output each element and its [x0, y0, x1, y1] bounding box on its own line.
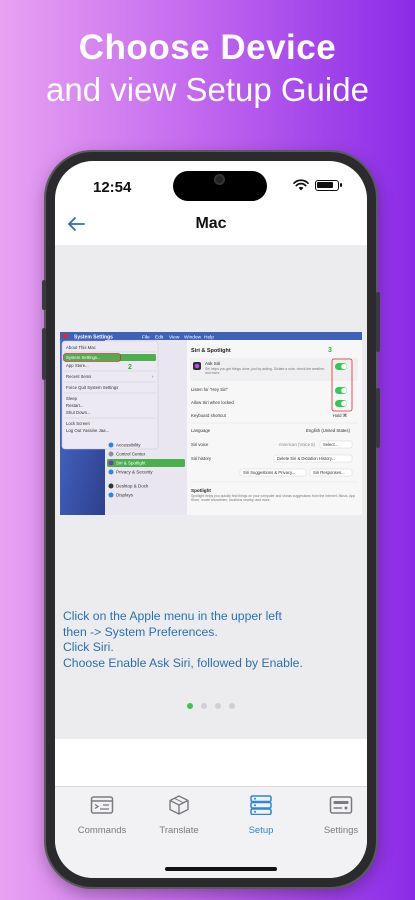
apple-menu-item: System Settings... [66, 355, 101, 360]
page-dot[interactable] [215, 703, 221, 709]
page-dot-active[interactable] [187, 703, 193, 709]
panel-label: Ask Siri [205, 361, 220, 366]
panel-button: Select... [323, 442, 338, 447]
panel-label: Siri voice [191, 442, 209, 447]
panel-value: American (Voice 5) [279, 442, 316, 447]
commands-icon [90, 796, 114, 814]
step-number: 2 [128, 364, 132, 371]
step-number: 3 [328, 347, 332, 354]
page-dot[interactable] [201, 703, 207, 709]
setup-slide[interactable]: System Settings File Edit View Window He… [55, 245, 367, 739]
mac-settings-illustration: System Settings File Edit View Window He… [60, 332, 362, 515]
apple-menu-item: About This Mac [66, 345, 97, 350]
apple-menu-item: Force Quit System Settings [66, 385, 118, 390]
phone-frame: 12:54 Mac System Settings File Edit View… [42, 152, 380, 887]
menu-item: File [142, 334, 150, 340]
cube-icon [169, 795, 189, 815]
apple-menu-item: Sleep [66, 396, 78, 401]
panel-button: Siri Suggestions & Privacy... [243, 470, 295, 475]
promo-title: Choose Device [78, 28, 337, 67]
battery-icon [315, 179, 342, 191]
dynamic-island [173, 171, 267, 201]
camera-icon [214, 174, 225, 185]
apple-menu-item: Shut Down... [66, 410, 91, 415]
status-icons [293, 179, 342, 191]
panel-button: Delete Siri & Dictation History... [277, 456, 335, 461]
sidebar-item: Accessibility [116, 443, 141, 448]
menu-item: Edit [155, 334, 164, 340]
page-indicator [55, 703, 367, 709]
status-bar: 12:54 [55, 161, 367, 207]
instruction-line: Click on the Apple menu in the upper lef… [63, 609, 282, 623]
promo-subtitle: and view Setup Guide [46, 71, 369, 108]
panel-value: Hold ⌘ [333, 413, 347, 418]
nav-bar: Mac [55, 211, 367, 239]
instructions-text: Click on the Apple menu in the upper lef… [63, 609, 363, 671]
apple-menu-item: Lock Screen [66, 421, 90, 426]
sidebar-item: Desktop & Dock [116, 484, 149, 489]
server-icon [250, 795, 272, 816]
panel-label: Siri history [191, 456, 212, 461]
apple-menu-item: Restart... [66, 403, 83, 408]
tab-label: Setup [248, 825, 274, 836]
tab-bar: Commands Translate Setup Settings [55, 786, 367, 878]
promo-headline: Choose Device and view Setup Guide [0, 26, 415, 110]
panel-label: Listen for "Hey Siri" [191, 387, 228, 392]
menu-app-name: System Settings [74, 334, 113, 340]
phone-screen: 12:54 Mac System Settings File Edit View… [55, 161, 367, 878]
wifi-icon [293, 179, 309, 191]
sidebar-item: Siri & Spotlight [116, 461, 146, 466]
home-indicator[interactable] [165, 867, 277, 871]
tab-label: Commands [77, 825, 127, 836]
instruction-line: then -> System Preferences. [63, 624, 218, 639]
tab-translate[interactable]: Translate [139, 795, 219, 836]
apple-menu-highlight [62, 333, 68, 339]
tab-setup[interactable]: Setup [221, 795, 301, 836]
settings-card-icon [329, 796, 353, 814]
sidebar-item: Control Center [116, 452, 146, 457]
sidebar-item: Displays [116, 493, 134, 498]
panel-description: Spotlight helps you quickly find things … [191, 494, 356, 503]
instruction-line: Choose Enable Ask Siri, followed by Enab… [63, 655, 303, 670]
page-dot[interactable] [229, 703, 235, 709]
phone-button [42, 328, 46, 380]
instruction-line: Click Siri. [63, 640, 114, 654]
status-time: 12:54 [93, 179, 132, 196]
menu-item: Help [204, 334, 214, 340]
menu-item: Window [184, 334, 202, 340]
tab-settings[interactable]: Settings [301, 795, 367, 836]
page-title: Mac [195, 215, 227, 232]
menu-item: View [169, 334, 180, 340]
panel-title: Siri & Spotlight [191, 348, 231, 354]
phone-button [376, 388, 380, 448]
apple-menu-item: App Store... [66, 363, 89, 368]
phone-button [376, 292, 380, 352]
panel-label: Allow Siri when locked [191, 400, 234, 405]
setup-screenshot: System Settings File Edit View Window He… [60, 332, 362, 515]
panel-description: Siri helps you get things done, just by … [205, 367, 325, 376]
panel-label: Language [191, 428, 211, 433]
panel-value: English (United States) [306, 428, 351, 433]
tab-label: Settings [323, 825, 359, 836]
panel-label: Spotlight [191, 488, 211, 493]
apple-menu-item: Log Out Yassine Jaa... [66, 428, 109, 433]
tab-commands[interactable]: Commands [62, 795, 142, 836]
phone-button [42, 280, 46, 310]
panel-label: Keyboard shortcut [191, 413, 227, 418]
tab-label: Translate [159, 825, 199, 836]
apple-menu-item: Recent Items [66, 374, 91, 379]
panel-button: Siri Responses... [313, 470, 345, 475]
sidebar-item: Privacy & Security [116, 470, 153, 475]
